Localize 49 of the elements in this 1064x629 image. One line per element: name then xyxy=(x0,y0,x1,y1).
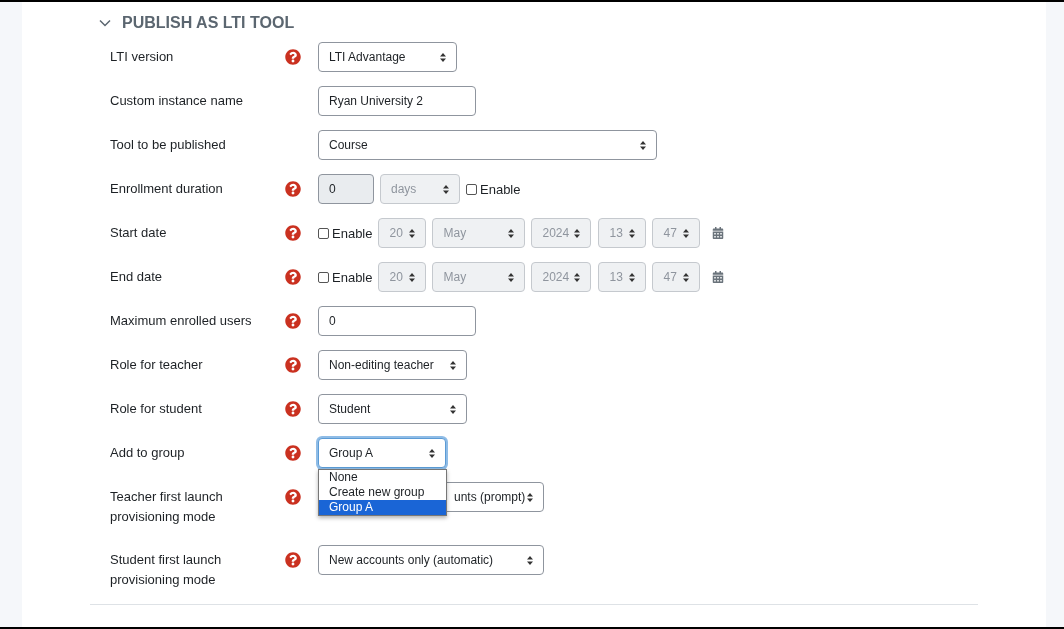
select-field[interactable]: Student xyxy=(318,394,467,424)
help-icon[interactable] xyxy=(285,357,301,373)
sort-caret-icon xyxy=(574,228,581,238)
field-label: Teacher first launch provisioning mode xyxy=(110,488,224,526)
field-label: Student first launch provisioning mode xyxy=(110,551,223,589)
help-icon[interactable] xyxy=(285,401,301,417)
sort-caret-icon xyxy=(640,140,646,150)
field-label: Maximum enrolled users xyxy=(110,312,253,330)
dropdown-option[interactable]: None xyxy=(319,470,446,485)
text-field[interactable]: Ryan University 2 xyxy=(318,86,476,116)
sort-caret-icon xyxy=(409,228,416,238)
sort-caret-icon xyxy=(450,360,456,370)
sort-caret-icon xyxy=(508,272,515,282)
select-field[interactable]: Non-editing teacher xyxy=(318,350,467,380)
field-label: Custom instance name xyxy=(110,92,244,110)
field-label: Role for teacher xyxy=(110,356,204,374)
help-icon[interactable] xyxy=(285,313,301,329)
sort-caret-icon xyxy=(450,404,456,414)
text-field[interactable]: 0 xyxy=(318,306,476,336)
field-label: Start date xyxy=(110,224,168,242)
sort-caret-icon xyxy=(409,272,416,282)
sort-caret-icon xyxy=(574,272,581,282)
field-label: Tool to be published xyxy=(110,136,227,154)
help-icon[interactable] xyxy=(285,49,301,65)
field-label: Enrollment duration xyxy=(110,180,224,198)
sort-caret-icon xyxy=(429,448,435,458)
sort-caret-icon xyxy=(527,555,533,565)
select-field[interactable]: LTI Advantage xyxy=(318,42,457,72)
field-label: End date xyxy=(110,268,164,286)
sort-caret-icon xyxy=(527,492,533,502)
dropdown-option[interactable]: Group A xyxy=(319,500,446,515)
field-label: LTI version xyxy=(110,48,175,66)
field-label: Add to group xyxy=(110,444,186,462)
sort-caret-icon xyxy=(440,52,446,62)
help-icon[interactable] xyxy=(285,552,301,568)
section-title[interactable]: PUBLISH AS LTI TOOL xyxy=(122,14,295,32)
sort-caret-icon xyxy=(683,228,690,238)
sort-caret-icon xyxy=(683,272,690,282)
select-field[interactable]: Group A xyxy=(318,438,446,468)
sort-caret-icon xyxy=(508,228,515,238)
help-icon[interactable] xyxy=(285,489,301,505)
sort-caret-icon xyxy=(629,228,636,238)
sort-caret-icon xyxy=(443,184,449,194)
select-field[interactable]: New accounts only (automatic) xyxy=(318,545,544,575)
sort-caret-icon xyxy=(629,272,636,282)
field-label: Role for student xyxy=(110,400,203,418)
select-field[interactable]: Course xyxy=(318,130,657,160)
help-icon[interactable] xyxy=(285,445,301,461)
dropdown-option[interactable]: Create new group xyxy=(319,485,446,500)
